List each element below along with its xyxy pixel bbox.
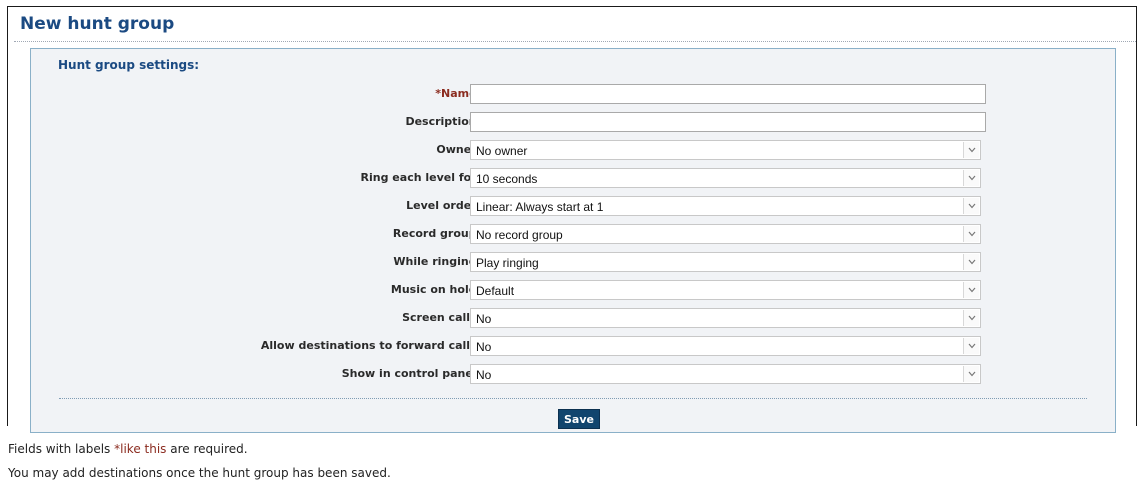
chevron-down-icon[interactable] bbox=[963, 226, 979, 242]
screen-calls-select[interactable]: No bbox=[470, 308, 981, 328]
allow-forward-value: No bbox=[476, 340, 492, 354]
allow-forward-row: Allow destinations to forward calls: No bbox=[31, 336, 1115, 358]
while-ringing-select[interactable]: Play ringing bbox=[470, 252, 981, 272]
section-title: Hunt group settings: bbox=[58, 58, 200, 72]
ring-level-value: 10 seconds bbox=[476, 172, 538, 186]
show-in-panel-label: Show in control panel: bbox=[341, 367, 481, 380]
required-note-prefix: Fields with labels bbox=[8, 442, 115, 456]
show-in-panel-row: Show in control panel: No bbox=[31, 364, 1115, 386]
ring-level-row: Ring each level for: 10 seconds bbox=[31, 168, 1115, 190]
destinations-note: You may add destinations once the hunt g… bbox=[8, 466, 391, 480]
music-on-hold-row: Music on hold: Default bbox=[31, 280, 1115, 302]
chevron-down-icon[interactable] bbox=[963, 366, 979, 382]
owner-row: Owner: No owner bbox=[31, 140, 1115, 162]
description-row: Description: bbox=[31, 112, 1115, 134]
level-order-value: Linear: Always start at 1 bbox=[476, 200, 604, 214]
description-input[interactable] bbox=[470, 112, 986, 132]
chevron-down-icon[interactable] bbox=[963, 254, 979, 270]
save-button[interactable]: Save bbox=[558, 409, 600, 429]
required-example: *like this bbox=[114, 442, 167, 456]
while-ringing-row: While ringing: Play ringing bbox=[31, 252, 1115, 274]
chevron-down-icon[interactable] bbox=[963, 310, 979, 326]
panel-divider bbox=[59, 398, 1087, 399]
allow-forward-label: Allow destinations to forward calls: bbox=[260, 339, 481, 352]
ring-level-select[interactable]: 10 seconds bbox=[470, 168, 981, 188]
level-order-row: Level order: Linear: Always start at 1 bbox=[31, 196, 1115, 218]
record-group-row: Record group: No record group bbox=[31, 224, 1115, 246]
show-in-panel-select[interactable]: No bbox=[470, 364, 981, 384]
chevron-down-icon[interactable] bbox=[963, 142, 979, 158]
ring-level-label: Ring each level for: bbox=[360, 171, 481, 184]
record-group-label: Record group: bbox=[392, 227, 481, 240]
required-note: Fields with labels *like this are requir… bbox=[8, 442, 248, 456]
screen-calls-value: No bbox=[476, 312, 492, 326]
chevron-down-icon[interactable] bbox=[963, 198, 979, 214]
page-title: New hunt group bbox=[20, 14, 175, 34]
while-ringing-label: While ringing: bbox=[393, 255, 481, 268]
chevron-down-icon[interactable] bbox=[963, 170, 979, 186]
name-input[interactable] bbox=[470, 84, 986, 104]
owner-select[interactable]: No owner bbox=[470, 140, 981, 160]
music-on-hold-value: Default bbox=[476, 284, 515, 298]
name-row: *Name: bbox=[31, 84, 1115, 106]
record-group-select[interactable]: No record group bbox=[470, 224, 981, 244]
record-group-value: No record group bbox=[476, 228, 563, 242]
while-ringing-value: Play ringing bbox=[476, 256, 539, 270]
chevron-down-icon[interactable] bbox=[963, 282, 979, 298]
allow-forward-select[interactable]: No bbox=[470, 336, 981, 356]
required-note-suffix: are required. bbox=[166, 442, 248, 456]
owner-value: No owner bbox=[476, 144, 528, 158]
settings-panel: Hunt group settings: *Name: Description:… bbox=[30, 48, 1116, 433]
music-on-hold-select[interactable]: Default bbox=[470, 280, 981, 300]
main-window: New hunt group Hunt group settings: *Nam… bbox=[7, 6, 1137, 433]
show-in-panel-value: No bbox=[476, 368, 492, 382]
level-order-select[interactable]: Linear: Always start at 1 bbox=[470, 196, 981, 216]
screen-calls-row: Screen calls: No bbox=[31, 308, 1115, 330]
title-divider bbox=[14, 41, 1136, 42]
chevron-down-icon[interactable] bbox=[963, 338, 979, 354]
music-on-hold-label: Music on hold: bbox=[390, 283, 481, 296]
